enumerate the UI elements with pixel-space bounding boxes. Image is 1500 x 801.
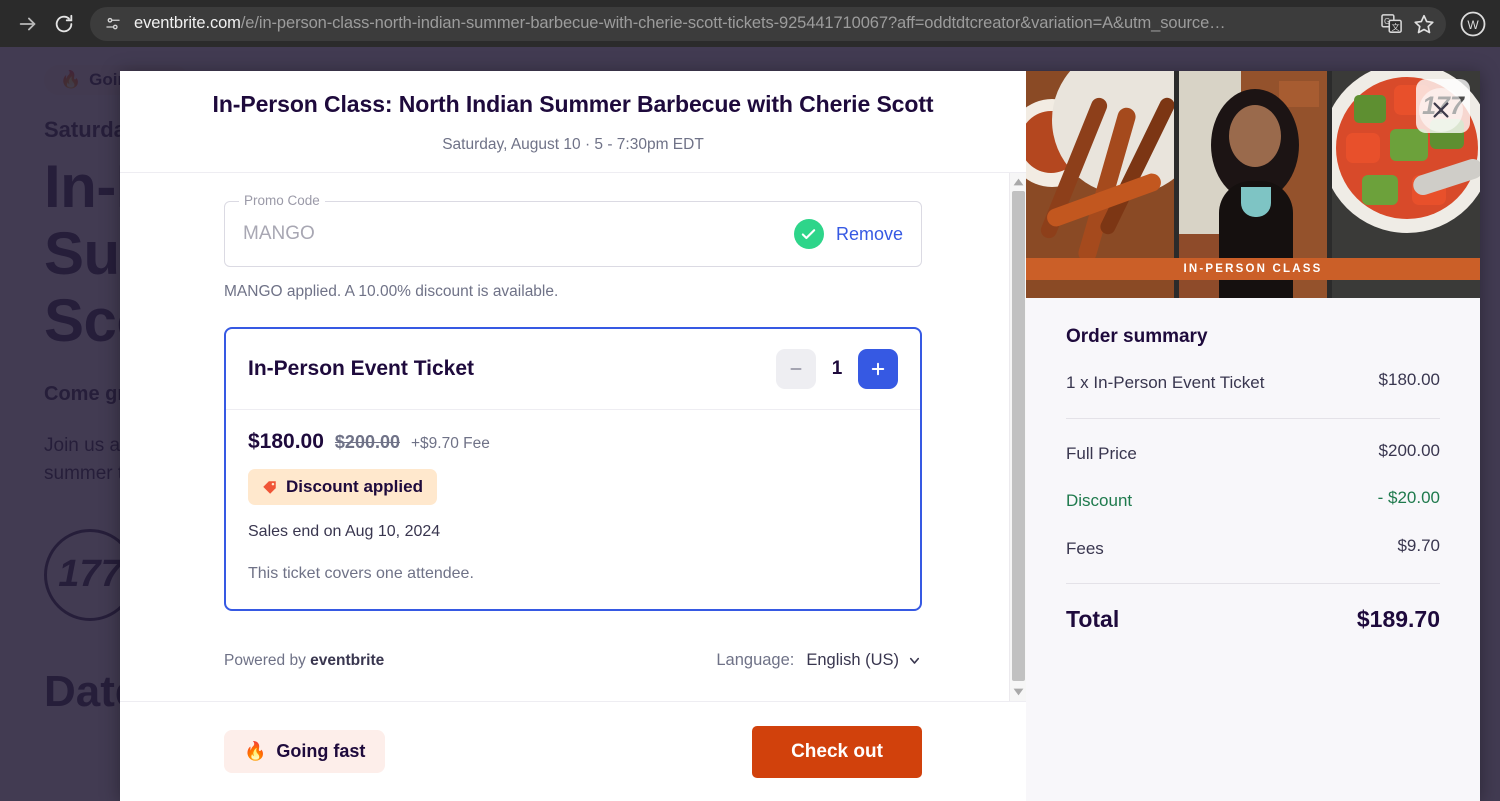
modal-header: In-Person Class: North Indian Summer Bar… (120, 71, 1026, 173)
address-bar[interactable]: eventbrite.com/e/in-person-class-north-i… (90, 6, 1446, 41)
promo-code-legend: Promo Code (239, 193, 325, 208)
ticket-covers-note: This ticket covers one attendee. (248, 565, 474, 582)
language-label: Language: (716, 651, 795, 669)
scroll-down-button[interactable] (1010, 683, 1026, 701)
flame-icon: 🔥 (244, 741, 267, 761)
language-selector[interactable]: Language: English (US) (716, 651, 922, 670)
powered-by: Powered by eventbrite (224, 652, 384, 670)
quantity-value: 1 (831, 358, 843, 379)
decrease-quantity-button[interactable] (776, 349, 816, 389)
event-hero-images: IN-PERSON CLASS 177 (1026, 71, 1480, 298)
modal-scroll-area: Promo Code MANGO Remove MANGO applied. A… (120, 173, 1026, 701)
reload-icon (55, 14, 73, 32)
minus-icon (790, 368, 802, 370)
promo-applied-note: MANGO applied. A 10.00% discount is avai… (224, 283, 559, 300)
order-summary-title: Order summary (1066, 326, 1208, 347)
hero-banner: IN-PERSON CLASS (1026, 258, 1480, 280)
ticket-card[interactable]: In-Person Event Ticket 1 $180.00 $200.00… (224, 327, 922, 611)
caret-up-icon (1013, 178, 1023, 186)
summary-divider-total (1066, 583, 1440, 584)
url-domain: eventbrite.com (134, 14, 241, 32)
ticket-sales-end: Sales end on Aug 10, 2024 (248, 523, 441, 540)
fees-value: $9.70 (1397, 535, 1440, 555)
order-line-item: 1 x In-Person Event Ticket $180.00 (1066, 370, 1440, 396)
order-line-item-label: 1 x In-Person Event Ticket (1066, 373, 1265, 392)
scroll-up-button[interactable] (1010, 173, 1026, 191)
checkout-panel: In-Person Class: North Indian Summer Bar… (120, 71, 1026, 801)
going-fast-badge: 🔥 Going fast (224, 730, 386, 773)
full-price-label: Full Price (1066, 443, 1137, 463)
arrow-right-icon (19, 17, 36, 30)
ticket-price-row: $180.00 $200.00 +$9.70 Fee (248, 430, 898, 454)
ticket-fee: +$9.70 Fee (411, 435, 490, 452)
close-icon (1433, 102, 1449, 118)
plus-icon (871, 362, 885, 376)
forward-button[interactable] (10, 6, 46, 42)
summary-total-row: Total $189.70 (1066, 606, 1440, 633)
profile-avatar-icon: W (1460, 11, 1486, 36)
svg-text:W: W (1467, 18, 1479, 32)
translate-button[interactable]: G 文 (1376, 9, 1408, 39)
full-price-value: $200.00 (1378, 440, 1440, 460)
modal-date-line: Saturday, August 10 · 5 - 7:30pm EDT (442, 136, 704, 153)
discount-label: Discount (1066, 491, 1133, 510)
modal-action-bar: 🔥 Going fast Check out (120, 701, 1026, 801)
promo-remove-button[interactable]: Remove (836, 224, 903, 245)
hero-banner-label: IN-PERSON CLASS (1183, 263, 1323, 275)
checkout-modal: In-Person Class: North Indian Summer Bar… (120, 71, 1480, 801)
bookmark-button[interactable] (1408, 9, 1440, 39)
summary-row-full-price: Full Price $200.00 (1066, 441, 1440, 467)
discount-value: - $20.00 (1377, 488, 1440, 507)
check-circle-icon (793, 219, 824, 249)
discount-applied-badge: Discount applied (248, 469, 437, 505)
close-modal-button[interactable] (1419, 88, 1463, 132)
summary-row-fees: Fees $9.70 (1066, 536, 1440, 562)
total-label: Total (1066, 606, 1120, 632)
url-path: /e/in-person-class-north-indian-summer-b… (240, 14, 1226, 32)
language-dropdown[interactable]: English (US) (806, 651, 922, 670)
eventbrite-wordmark: eventbrite (310, 651, 385, 669)
order-summary: Order summary 1 x In-Person Event Ticket… (1026, 298, 1480, 633)
going-fast-label: Going fast (276, 741, 366, 761)
summary-divider (1066, 417, 1440, 419)
discount-applied-label: Discount applied (286, 477, 423, 496)
ticket-price-original: $200.00 (334, 432, 400, 452)
checkout-button[interactable]: Check out (752, 725, 922, 778)
ticket-name: In-Person Event Ticket (248, 357, 475, 380)
svg-text:文: 文 (1392, 21, 1400, 31)
browser-toolbar: eventbrite.com/e/in-person-class-north-i… (0, 0, 1500, 47)
total-value: $189.70 (1356, 606, 1440, 632)
fees-label: Fees (1066, 538, 1104, 558)
increase-quantity-button[interactable] (858, 349, 898, 389)
order-line-item-value: $180.00 (1378, 370, 1440, 389)
language-value: English (US) (806, 651, 899, 669)
chevron-down-icon (909, 657, 920, 664)
tag-icon (263, 480, 276, 494)
quantity-stepper: 1 (776, 349, 898, 389)
ticket-card-body: $180.00 $200.00 +$9.70 Fee Discount appl… (226, 410, 920, 609)
summary-row-discount: Discount - $20.00 (1066, 488, 1440, 514)
promo-code-section: Promo Code MANGO Remove MANGO applied. A… (224, 193, 922, 301)
scrollbar-thumb[interactable] (1012, 191, 1025, 681)
site-settings-icon (106, 17, 120, 29)
reload-button[interactable] (46, 6, 82, 42)
ticket-card-header: In-Person Event Ticket 1 (226, 329, 920, 410)
modal-scrollbar[interactable] (1009, 173, 1026, 701)
promo-code-field[interactable]: Promo Code MANGO Remove (224, 193, 922, 267)
modal-inner-footer: Powered by eventbrite Language: English … (224, 651, 922, 670)
translate-icon: G 文 (1381, 13, 1402, 33)
ticket-price-discounted: $180.00 (248, 430, 324, 453)
profile-button[interactable]: W (1456, 7, 1490, 41)
modal-title: In-Person Class: North Indian Summer Bar… (212, 91, 934, 117)
powered-by-prefix: Powered by (224, 651, 311, 669)
order-summary-panel: IN-PERSON CLASS 177 Order summary 1 x In… (1026, 71, 1480, 801)
caret-down-icon (1013, 688, 1023, 696)
star-icon (1414, 14, 1434, 33)
promo-code-input[interactable]: MANGO (243, 223, 794, 245)
url-text: eventbrite.com/e/in-person-class-north-i… (134, 14, 1376, 33)
site-settings-button[interactable] (100, 11, 126, 37)
